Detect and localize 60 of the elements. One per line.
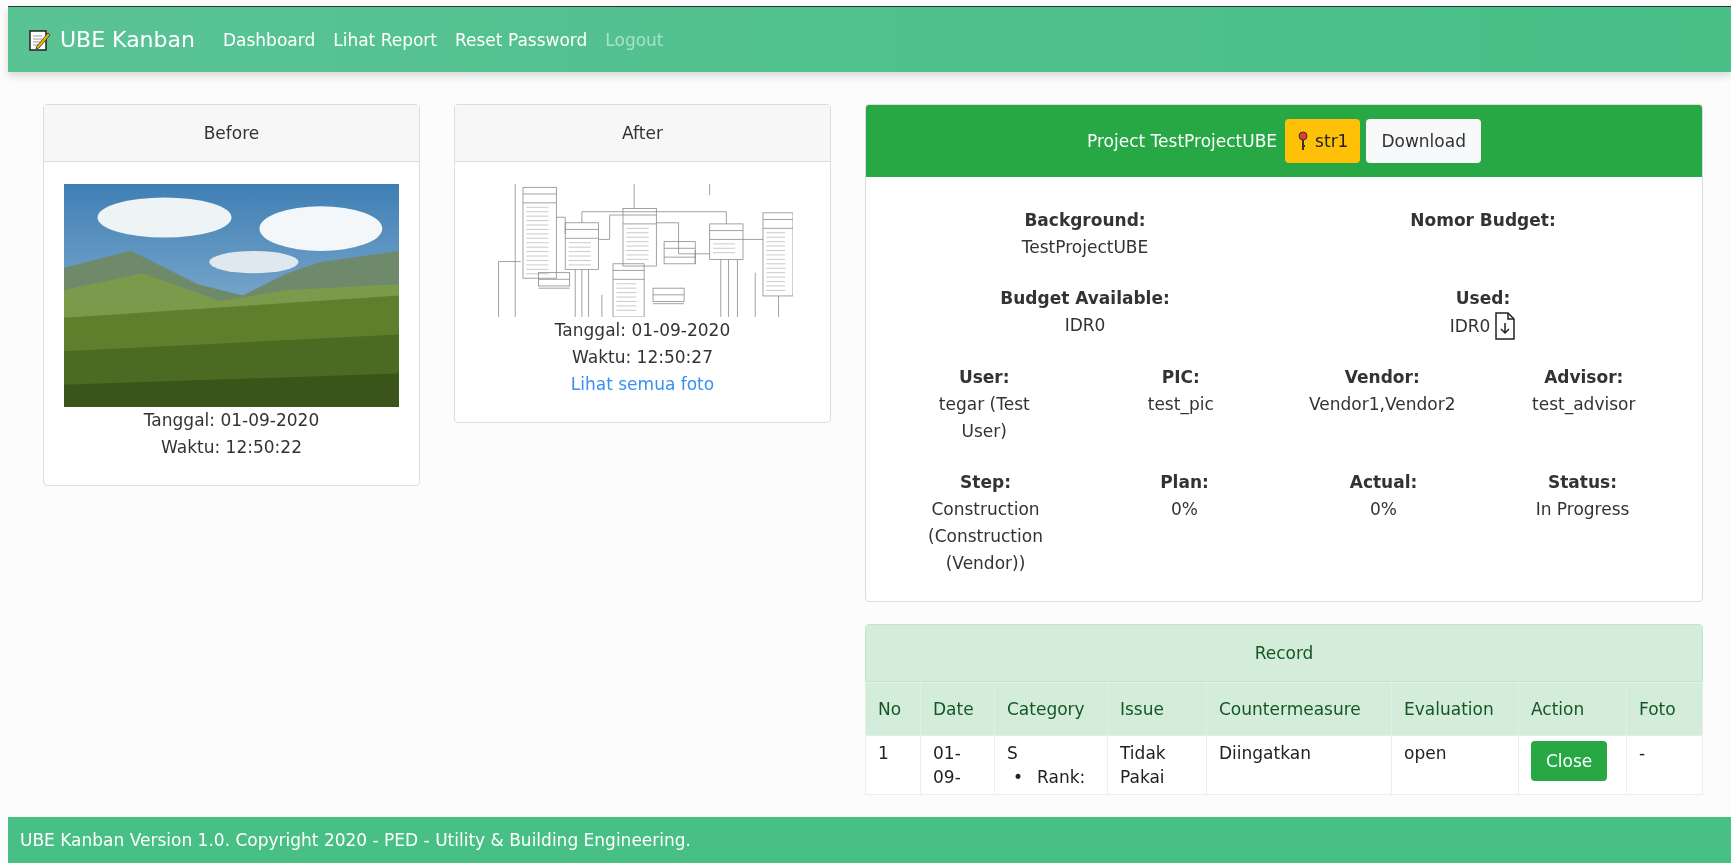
field-value: IDR0: [1449, 314, 1491, 338]
column-header: Countermeasure: [1206, 682, 1392, 736]
field-value: In Progress: [1535, 498, 1630, 521]
field-label: Background:: [1024, 209, 1146, 232]
field-value: Construction (Construction (Vendor)): [927, 498, 1044, 575]
nav-link[interactable]: Lihat Report: [333, 29, 437, 50]
field-label: Step:: [960, 471, 1011, 494]
field-label: Status:: [1548, 471, 1617, 494]
project-title: Project TestProjectUBE: [1087, 131, 1278, 151]
field-label: Nomor Budget:: [1410, 209, 1556, 232]
notepad-icon: [28, 27, 52, 52]
field-label: User:: [958, 366, 1010, 389]
table-cell: 1: [878, 743, 889, 763]
footer-text: UBE Kanban Version 1.0. Copyright 2020 - PED - Utility & Building Engineering.: [20, 830, 691, 850]
column-header: Foto: [1626, 682, 1703, 736]
field-label: PIC:: [1161, 366, 1200, 389]
field-label: Vendor:: [1344, 366, 1420, 389]
field-value: test_advisor: [1532, 393, 1636, 417]
nav-link[interactable]: Reset Password: [455, 29, 588, 50]
date-text: Tanggal: 01-09-2020: [143, 409, 320, 432]
field-label: Used:: [1455, 287, 1511, 310]
key-icon: [1297, 131, 1310, 151]
column-header: Issue: [1107, 682, 1207, 736]
field-value: 0%: [1171, 498, 1198, 521]
field-value: tegar (Test User): [937, 393, 1031, 443]
column-header: Evaluation: [1391, 682, 1519, 736]
nav-link[interactable]: Dashboard: [222, 29, 316, 50]
field-label: Actual:: [1349, 471, 1418, 494]
photos-link[interactable]: Lihat semua foto: [570, 371, 715, 398]
column-header: No: [865, 682, 921, 736]
table-cell: -: [1639, 743, 1646, 763]
field-value: Vendor1,Vendor2: [1309, 393, 1456, 416]
field-value: IDR0: [1064, 314, 1106, 337]
column-header: Category: [994, 682, 1108, 736]
time-text: Waktu: 12:50:22: [161, 436, 302, 459]
download-button[interactable]: Download: [1366, 119, 1481, 163]
key-badge[interactable]: str1: [1285, 119, 1361, 163]
table-cell-text: 01-09-: [933, 742, 962, 789]
field-value: TestProjectUBE: [1021, 236, 1149, 259]
date-text: Tanggal: 01-09-2020: [554, 319, 731, 342]
card-title: Record: [1254, 643, 1314, 663]
time-text: Waktu: 12:50:27: [572, 346, 713, 369]
field-label: Advisor:: [1544, 366, 1624, 389]
file-download-icon[interactable]: [1494, 312, 1517, 340]
field-value: 0%: [1370, 498, 1397, 521]
table-cell: Diingatkan: [1219, 743, 1311, 763]
column-header: Date: [920, 682, 995, 736]
field-label: Plan:: [1160, 471, 1209, 494]
table-cell: S: [1007, 743, 1018, 763]
table-cell: open: [1404, 743, 1447, 763]
field-label: Budget Available:: [1000, 287, 1170, 310]
brand-link[interactable]: UBE Kanban: [28, 27, 195, 52]
card-title: Before: [203, 123, 260, 143]
table-cell: Tidak Pakai: [1120, 743, 1166, 787]
list-item: Rank:: [1037, 766, 1086, 789]
bullet: •: [1013, 766, 1024, 789]
card-title: After: [622, 123, 663, 143]
field-value: test_pic: [1147, 393, 1214, 417]
close-button[interactable]: Close: [1531, 741, 1608, 781]
column-header: Action: [1518, 682, 1627, 736]
